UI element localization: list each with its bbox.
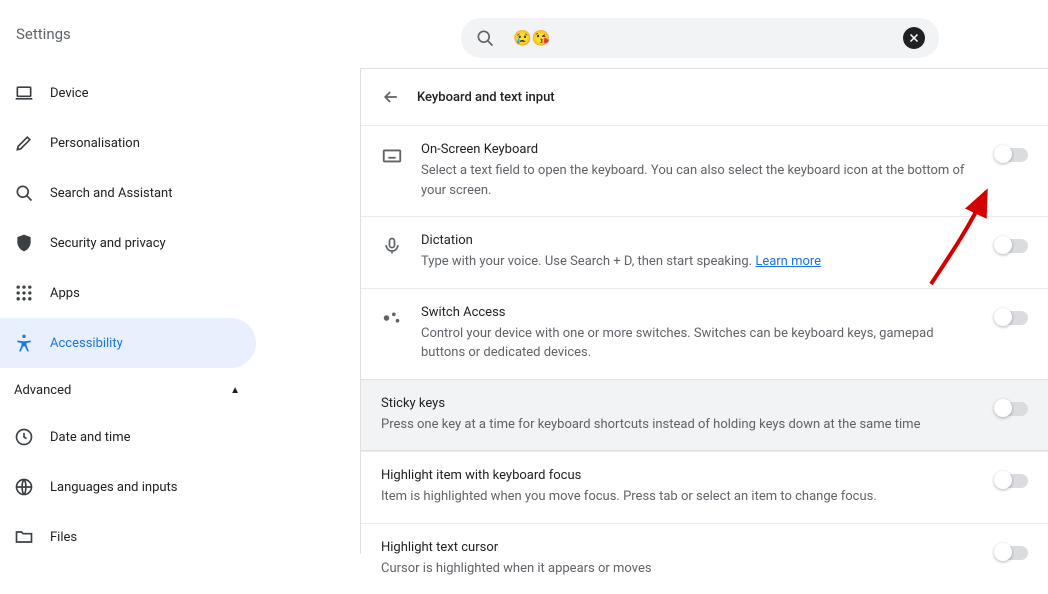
sidebar-item-date-time[interactable]: Date and time [0, 412, 256, 462]
apps-icon [14, 283, 34, 303]
sidebar-item-label: Search and Assistant [50, 186, 173, 201]
search-icon [14, 183, 34, 203]
sidebar-item-accessibility[interactable]: Accessibility [0, 318, 256, 368]
sidebar-item-label: Files [50, 530, 77, 545]
clock-icon [14, 427, 34, 447]
row-highlight-focus: Highlight item with keyboard focus Item … [361, 452, 1048, 523]
search-icon [475, 28, 495, 48]
sidebar: Device Personalisation Search and Assist… [0, 68, 256, 554]
clear-search-icon[interactable] [903, 27, 925, 49]
advanced-label: Advanced [14, 383, 71, 398]
shield-icon [14, 233, 34, 253]
folder-icon [14, 527, 34, 547]
row-title: Switch Access [421, 305, 972, 320]
sidebar-item-label: Date and time [50, 430, 131, 445]
onscreen-keyboard-toggle[interactable] [996, 148, 1028, 162]
row-sticky-keys: Sticky keys Press one key at a time for … [361, 380, 1048, 451]
back-button[interactable] [381, 87, 401, 107]
row-desc: Type with your voice. Use Search + D, th… [421, 252, 972, 272]
page-header: Keyboard and text input [361, 69, 1048, 125]
row-desc: Press one key at a time for keyboard sho… [381, 415, 972, 435]
sidebar-item-label: Personalisation [50, 136, 140, 151]
sidebar-item-device[interactable]: Device [0, 68, 256, 118]
accessibility-icon [14, 333, 34, 353]
switch-access-toggle[interactable] [996, 311, 1028, 325]
mic-icon [381, 235, 403, 257]
row-desc: Control your device with one or more swi… [421, 324, 972, 363]
sticky-keys-section: Sticky keys Press one key at a time for … [361, 379, 1048, 452]
row-desc: Select a text field to open the keyboard… [421, 161, 972, 200]
sidebar-item-files[interactable]: Files [0, 512, 256, 562]
row-dictation: Dictation Type with your voice. Use Sear… [361, 217, 1048, 288]
row-title: Dictation [421, 233, 972, 248]
row-desc: Item is highlighted when you move focus.… [381, 487, 972, 507]
sidebar-item-apps[interactable]: Apps [0, 268, 256, 318]
app-header: Settings 😢😘 [0, 0, 1048, 68]
row-desc: Cursor is highlighted when it appears or… [381, 559, 972, 579]
row-title: Sticky keys [381, 396, 972, 411]
sticky-keys-toggle[interactable] [996, 402, 1028, 416]
row-title: Highlight text cursor [381, 540, 972, 555]
learn-more-link[interactable]: Learn more [755, 254, 821, 269]
dictation-toggle[interactable] [996, 239, 1028, 253]
main-panel: Keyboard and text input On-Screen Keyboa… [360, 68, 1048, 554]
dictation-desc-text: Type with your voice. Use Search + D, th… [421, 254, 755, 269]
highlight-cursor-toggle[interactable] [996, 546, 1028, 560]
advanced-toggle[interactable]: Advanced ▲ [0, 368, 256, 412]
globe-icon [14, 477, 34, 497]
chevron-up-icon: ▲ [230, 385, 240, 396]
sidebar-item-languages[interactable]: Languages and inputs [0, 462, 256, 512]
sidebar-item-security[interactable]: Security and privacy [0, 218, 256, 268]
sidebar-item-label: Apps [50, 286, 80, 301]
laptop-icon [14, 83, 34, 103]
sidebar-item-label: Security and privacy [50, 236, 166, 251]
keyboard-icon [381, 144, 403, 166]
search-bar[interactable]: 😢😘 [461, 18, 939, 58]
sidebar-item-label: Accessibility [50, 336, 123, 351]
switch-access-icon [381, 307, 403, 329]
row-highlight-cursor: Highlight text cursor Cursor is highligh… [361, 524, 1048, 594]
sidebar-item-label: Device [50, 86, 89, 101]
sidebar-item-label: Languages and inputs [50, 480, 178, 495]
app-title: Settings [16, 25, 71, 43]
row-switch-access: Switch Access Control your device with o… [361, 289, 1048, 379]
sidebar-item-search-assistant[interactable]: Search and Assistant [0, 168, 256, 218]
row-onscreen-keyboard: On-Screen Keyboard Select a text field t… [361, 126, 1048, 216]
sidebar-item-personalisation[interactable]: Personalisation [0, 118, 256, 168]
search-value[interactable]: 😢😘 [513, 29, 903, 47]
page-title: Keyboard and text input [417, 90, 555, 105]
edit-icon [14, 133, 34, 153]
highlight-focus-toggle[interactable] [996, 474, 1028, 488]
row-title: On-Screen Keyboard [421, 142, 972, 157]
row-title: Highlight item with keyboard focus [381, 468, 972, 483]
